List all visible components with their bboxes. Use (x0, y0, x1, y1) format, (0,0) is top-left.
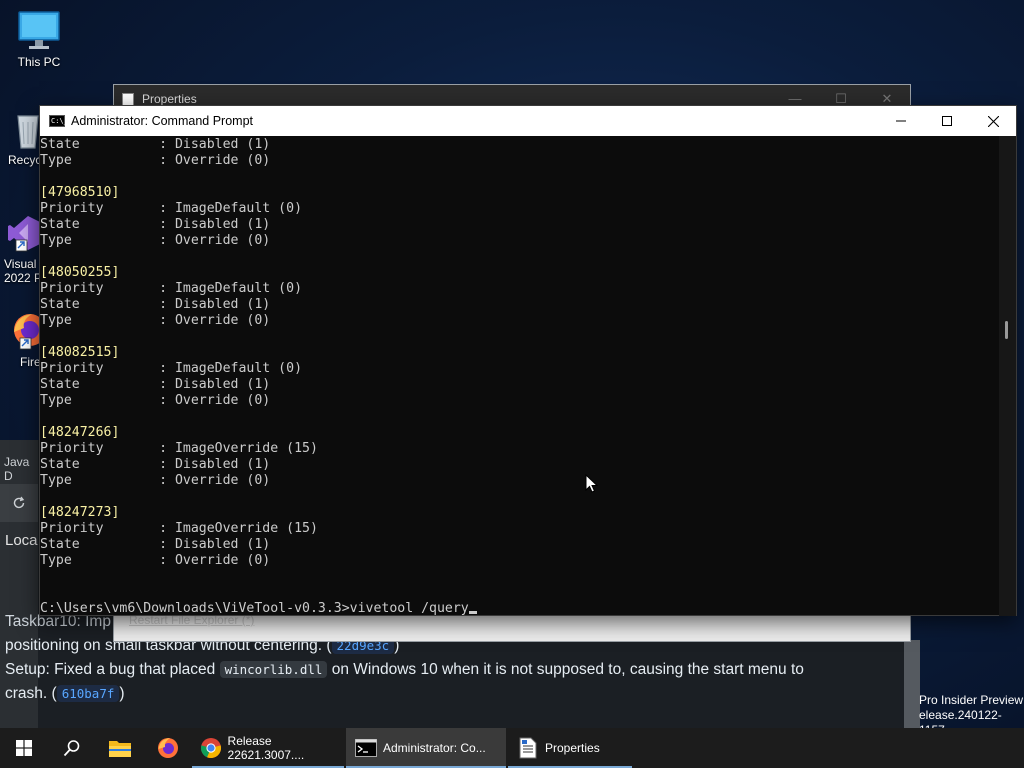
desktop-icon-label: This PC (17, 55, 61, 69)
console-line: Priority : ImageOverride (15) (40, 521, 318, 536)
console-line: State : Disabled (1) (40, 377, 271, 392)
properties-app-icon (122, 92, 134, 106)
console-line: Type : Override (0) (40, 313, 271, 328)
console-line: Type : Override (0) (40, 393, 271, 408)
chrome-icon (200, 736, 223, 760)
desktop-icon-this-pc[interactable]: This PC (1, 10, 77, 69)
taskbar-app-properties[interactable]: Properties (508, 728, 632, 768)
console-prompt-line: C:\Users\vm6\Downloads\ViVeTool-v0.3.3>v… (40, 601, 1000, 616)
console-line: State : Disabled (1) (40, 537, 271, 552)
text-cursor (468, 611, 477, 614)
console-line: Priority : ImageDefault (0) (40, 201, 303, 216)
local-label: Loca (5, 532, 38, 549)
console-line: State : Disabled (1) (40, 457, 271, 472)
firefox-icon (158, 738, 178, 758)
notes-line-4: crash. (610ba7f) (5, 685, 125, 702)
maximize-button[interactable] (924, 106, 970, 136)
mouse-pointer-icon (585, 474, 599, 493)
window-edge (904, 640, 920, 730)
console-scrollbar[interactable] (999, 136, 1016, 616)
cmd-window[interactable]: C:\_ Administrator: Command Prompt State… (39, 105, 1017, 616)
console-feature-id: [48082515] (40, 345, 120, 360)
search-button[interactable] (48, 728, 96, 768)
commit-link[interactable]: 610ba7f (56, 685, 120, 702)
reload-button[interactable] (0, 484, 38, 522)
taskbar-app-label: Properties (545, 741, 600, 755)
console-line: Type : Override (0) (40, 233, 271, 248)
cmd-icon (354, 736, 378, 760)
sidebar-tab-label[interactable]: Java D (4, 455, 38, 483)
console-feature-id: [48050255] (40, 265, 120, 280)
minimize-button[interactable] (878, 106, 924, 136)
console-output[interactable]: State : Disabled (1) Type : Override (0)[… (40, 136, 1000, 616)
taskbar: Release 22621.3007.... Administrator: Co… (0, 728, 1024, 768)
console-feature-id: [48247266] (40, 425, 120, 440)
properties-title: Properties (142, 92, 197, 106)
console-line: Priority : ImageDefault (0) (40, 281, 303, 296)
console-line: Priority : ImageOverride (15) (40, 441, 318, 456)
folder-icon (109, 741, 131, 757)
scrollbar-thumb[interactable] (1005, 321, 1008, 339)
firefox-taskbar-button[interactable] (144, 728, 192, 768)
start-button[interactable] (0, 728, 48, 768)
properties-icon (516, 736, 540, 760)
console-line: State : Disabled (1) (40, 137, 271, 152)
cmd-app-icon: C:\_ (49, 115, 68, 127)
console-line: State : Disabled (1) (40, 217, 271, 232)
taskbar-app-cmd[interactable]: Administrator: Co... (346, 728, 506, 768)
cmd-title: Administrator: Command Prompt (71, 114, 254, 128)
cmd-titlebar[interactable]: C:\_ Administrator: Command Prompt (40, 106, 1016, 136)
close-icon (987, 115, 999, 127)
monitor-icon (18, 11, 60, 49)
taskbar-app-label: Release 22621.3007.... (227, 734, 305, 762)
console-feature-id: [48247273] (40, 505, 120, 520)
windows-logo-icon (16, 740, 32, 756)
console-line: State : Disabled (1) (40, 297, 271, 312)
console-line: Type : Override (0) (40, 553, 271, 568)
search-icon (63, 740, 80, 757)
maximize-icon (942, 116, 952, 126)
console-line: Priority : ImageDefault (0) (40, 361, 303, 376)
inline-code: wincorlib.dll (219, 661, 328, 678)
reload-icon (13, 496, 25, 509)
console-line: Type : Override (0) (40, 473, 271, 488)
taskbar-app-chrome[interactable]: Release 22621.3007.... (192, 728, 344, 768)
close-button[interactable] (970, 106, 1016, 136)
console-feature-id: [47968510] (40, 185, 120, 200)
file-explorer-button[interactable] (96, 728, 144, 768)
minimize-icon (896, 120, 906, 122)
taskbar-app-label: Administrator: Co... (383, 741, 486, 755)
notes-line-3: Setup: Fixed a bug that placed wincorlib… (5, 661, 804, 678)
console-line: Type : Override (0) (40, 153, 271, 168)
